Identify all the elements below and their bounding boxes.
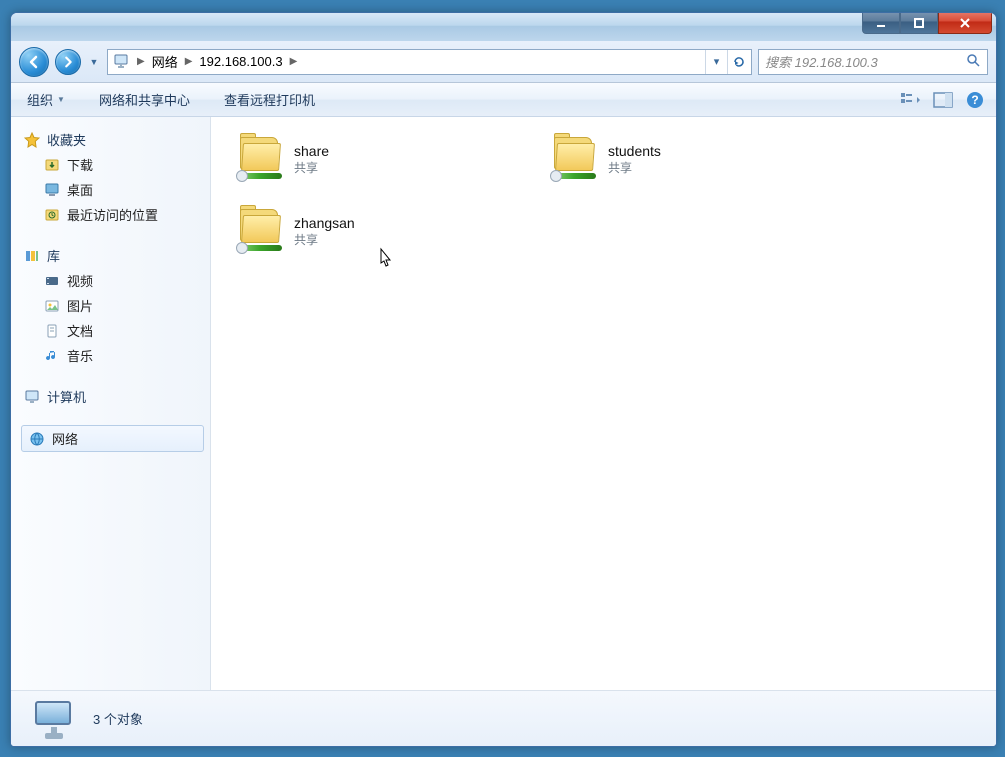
item-name: share [294,143,329,159]
libraries-icon [23,247,41,265]
computer-large-icon [25,699,79,739]
share-folder-item[interactable]: students 共享 [543,131,833,187]
star-icon [23,131,41,149]
network-sharing-center-button[interactable]: 网络和共享中心 [93,87,196,112]
svg-text:?: ? [971,93,978,107]
sidebar-item-pictures[interactable]: 图片 [17,293,210,318]
shared-folder-icon [550,135,598,183]
main-split: 收藏夹 下载 桌面 最近访问的位置 库 [11,117,996,690]
breadcrumb-sep: ▶ [134,56,148,67]
search-placeholder: 搜索 192.168.100.3 [765,52,878,71]
downloads-icon [43,156,61,174]
computer-group: 计算机 [17,384,210,409]
sidebar-item-computer[interactable]: 计算机 [17,384,210,409]
minimize-button[interactable] [862,12,900,34]
shared-folder-icon [236,135,284,183]
sidebar-item-label: 下载 [67,155,93,174]
favorites-group: 收藏夹 下载 桌面 最近访问的位置 [17,127,210,227]
network-icon [28,430,46,448]
sidebar-item-label: 音乐 [67,346,93,365]
content-pane[interactable]: share 共享 students 共享 zhangsan [211,117,996,690]
sidebar-item-downloads[interactable]: 下载 [17,152,210,177]
organize-label: 组织 [27,90,53,109]
back-arrow-icon [26,54,42,70]
sidebar-item-label: 桌面 [67,180,93,199]
help-button[interactable]: ? [964,89,986,111]
network-center-label: 网络和共享中心 [99,90,190,109]
item-subtitle: 共享 [294,231,355,248]
view-options-button[interactable] [900,89,922,111]
recent-icon [43,206,61,224]
refresh-button[interactable] [727,50,749,74]
sidebar-item-label: 视频 [67,271,93,290]
status-count: 3 个对象 [93,709,143,728]
sidebar-item-label: 文档 [67,321,93,340]
computer-icon [23,388,41,406]
libraries-group: 库 视频 图片 文档 音乐 [17,243,210,368]
view-remote-printers-label: 查看远程打印机 [224,90,315,109]
status-bar: 3 个对象 [11,690,996,746]
breadcrumb-sep: ▶ [287,56,301,67]
view-options-icon [900,91,922,109]
view-remote-printers-button[interactable]: 查看远程打印机 [218,87,321,112]
forward-arrow-icon [61,55,75,69]
close-icon [958,17,972,29]
nav-row: ▼ ▶ 网络 ▶ 192.168.100.3 ▶ ▾ 搜索 192.168.10… [11,41,996,83]
address-dropdown[interactable]: ▾ [705,50,727,74]
address-bar[interactable]: ▶ 网络 ▶ 192.168.100.3 ▶ ▾ [107,49,752,75]
item-subtitle: 共享 [294,159,329,176]
search-icon [965,52,981,71]
search-box[interactable]: 搜索 192.168.100.3 [758,49,988,75]
breadcrumb-network[interactable]: 网络 [148,52,182,71]
sidebar-item-videos[interactable]: 视频 [17,268,210,293]
nav-history-dropdown[interactable]: ▼ [87,49,101,75]
organize-menu[interactable]: 组织 ▼ [21,87,71,112]
sidebar-item-network[interactable]: 网络 [21,425,204,452]
refresh-icon [732,55,746,69]
nav-sidebar: 收藏夹 下载 桌面 最近访问的位置 库 [11,117,211,690]
breadcrumb-host[interactable]: 192.168.100.3 [195,54,286,69]
libraries-header[interactable]: 库 [17,243,210,268]
toolbar: 组织 ▼ 网络和共享中心 查看远程打印机 ? [11,83,996,117]
preview-pane-icon [933,92,953,108]
sidebar-item-desktop[interactable]: 桌面 [17,177,210,202]
help-icon: ? [966,91,984,109]
pictures-icon [43,297,61,315]
sidebar-item-label: 计算机 [47,387,86,406]
close-button[interactable] [938,12,992,34]
minimize-icon [875,17,887,29]
shared-folder-icon [236,207,284,255]
maximize-icon [913,17,925,29]
share-folder-item[interactable]: zhangsan 共享 [229,203,519,259]
computer-icon [112,53,130,71]
forward-button[interactable] [55,49,81,75]
sidebar-item-label: 最近访问的位置 [67,205,158,224]
explorer-window: ▼ ▶ 网络 ▶ 192.168.100.3 ▶ ▾ 搜索 192.168.10… [10,12,997,747]
sidebar-item-label: 网络 [52,429,78,448]
titlebar [11,13,996,41]
libraries-label: 库 [47,246,60,265]
music-icon [43,347,61,365]
sidebar-item-documents[interactable]: 文档 [17,318,210,343]
network-group: 网络 [17,425,210,452]
breadcrumb-sep: ▶ [182,56,196,67]
preview-pane-button[interactable] [932,89,954,111]
maximize-button[interactable] [900,12,938,34]
share-folder-item[interactable]: share 共享 [229,131,519,187]
back-button[interactable] [19,47,49,77]
videos-icon [43,272,61,290]
item-subtitle: 共享 [608,159,661,176]
documents-icon [43,322,61,340]
sidebar-item-recent[interactable]: 最近访问的位置 [17,202,210,227]
item-name: zhangsan [294,215,355,231]
favorites-header[interactable]: 收藏夹 [17,127,210,152]
item-name: students [608,143,661,159]
sidebar-item-music[interactable]: 音乐 [17,343,210,368]
chevron-down-icon: ▼ [57,95,65,104]
favorites-label: 收藏夹 [47,130,86,149]
sidebar-item-label: 图片 [67,296,93,315]
desktop-icon [43,181,61,199]
window-controls [862,12,992,34]
